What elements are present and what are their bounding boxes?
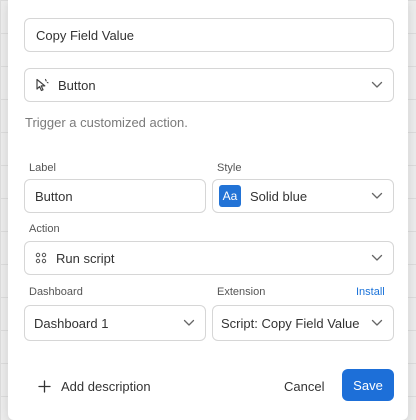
dashboard-select[interactable]: Dashboard 1 — [24, 305, 206, 341]
style-select[interactable]: Aa Solid blue — [212, 179, 394, 213]
style-swatch-badge: Aa — [219, 185, 241, 207]
style-select-value: Solid blue — [250, 188, 308, 204]
plus-icon — [38, 379, 51, 393]
chevron-down-icon — [371, 192, 383, 199]
action-field-label: Action — [29, 223, 60, 235]
save-button[interactable]: Save — [342, 369, 394, 401]
extension-select-value: Script: Copy Field Value — [221, 315, 360, 331]
add-description-button[interactable]: Add description — [38, 376, 151, 396]
label-field-label: Label — [29, 162, 56, 174]
button-config-panel: Copy Field Value Button Trigger a custom… — [8, 0, 408, 420]
chevron-down-icon — [371, 254, 383, 261]
chevron-down-icon — [183, 319, 195, 326]
chevron-down-icon — [371, 81, 383, 88]
cancel-button[interactable]: Cancel — [284, 376, 324, 396]
label-input[interactable]: Button — [24, 179, 206, 213]
cursor-icon — [35, 78, 49, 92]
extension-select[interactable]: Script: Copy Field Value — [212, 305, 394, 341]
type-select-value: Button — [58, 77, 96, 93]
name-input[interactable]: Copy Field Value — [24, 18, 394, 52]
chevron-down-icon — [371, 319, 383, 326]
action-select-value: Run script — [56, 250, 115, 266]
style-field-label: Style — [217, 162, 242, 174]
install-link[interactable]: Install — [356, 286, 385, 298]
action-description: Trigger a customized action. — [25, 115, 188, 130]
extension-field-label: Extension — [217, 286, 266, 298]
dashboard-field-label: Dashboard — [29, 286, 83, 298]
script-icon — [35, 252, 47, 264]
action-select[interactable]: Run script — [24, 241, 394, 275]
type-select[interactable]: Button — [24, 68, 394, 102]
name-input-value: Copy Field Value — [36, 27, 135, 43]
dashboard-select-value: Dashboard 1 — [34, 315, 109, 331]
label-input-value: Button — [35, 188, 73, 204]
add-description-label: Add description — [61, 378, 151, 394]
